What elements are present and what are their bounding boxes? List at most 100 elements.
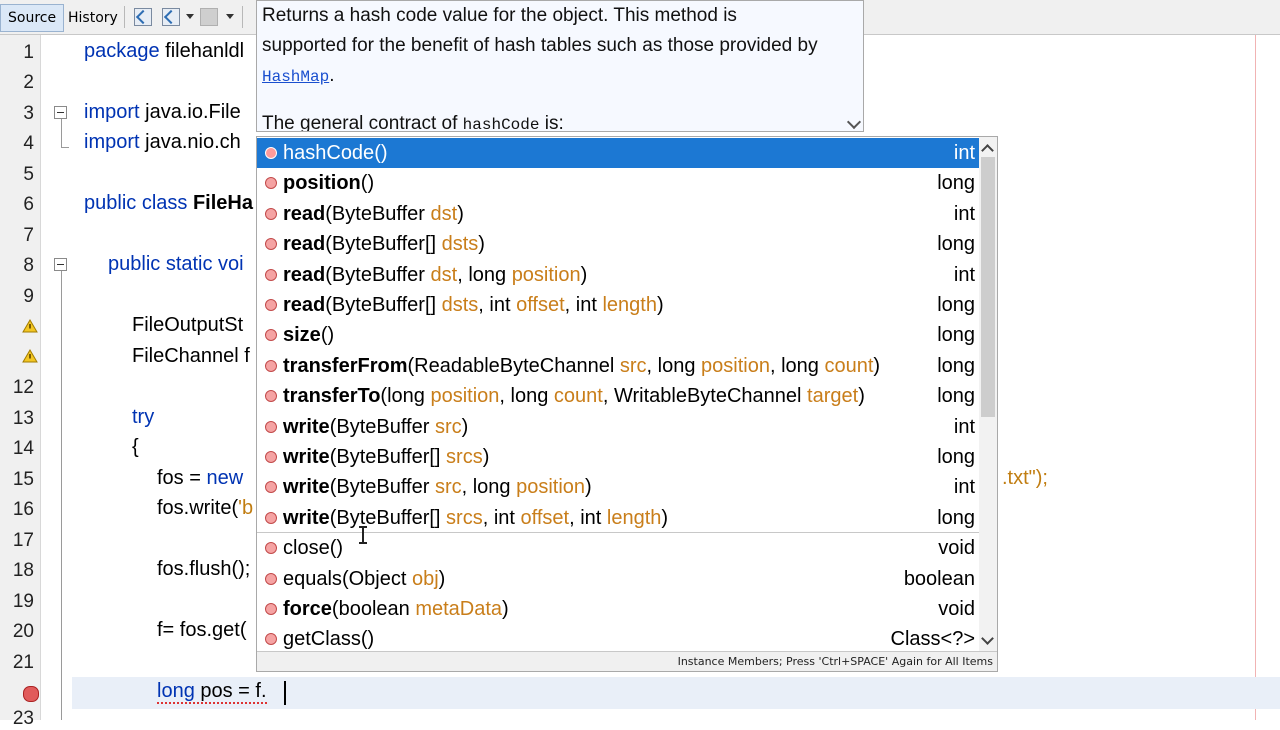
return-type: long <box>937 446 975 468</box>
completion-scrollbar[interactable] <box>979 137 997 651</box>
method-signature: force(boolean metaData) <box>283 598 509 620</box>
code-line-18[interactable]: fos.flush(); <box>157 558 250 581</box>
completion-item[interactable]: write(ByteBuffer[] srcs, int offset, int… <box>257 503 979 533</box>
javadoc-paragraph: The general contract of hashCode is: <box>262 109 822 132</box>
line-number: 1 <box>23 42 34 63</box>
code-line-8[interactable]: public static voi <box>108 253 244 276</box>
code-line-11[interactable]: FileChannel f <box>132 345 250 368</box>
completion-item[interactable]: hashCode() int <box>257 138 979 168</box>
keyword: new <box>206 467 244 489</box>
param-name: count <box>824 354 874 377</box>
method-icon <box>265 268 277 281</box>
completion-item[interactable]: read(ByteBuffer dst) int <box>257 199 979 229</box>
code-line-4[interactable]: import java.nio.ch <box>84 131 241 154</box>
javadoc-paragraph: Returns a hash code value for the object… <box>262 1 822 92</box>
completion-item[interactable]: write(ByteBuffer src) int <box>257 412 979 442</box>
code-line-15-tail[interactable]: .txt"); <box>1002 467 1048 490</box>
completion-item[interactable]: read(ByteBuffer dst, long position) int <box>257 260 979 290</box>
return-type: long <box>937 233 975 256</box>
code-line-6[interactable]: public class FileHa <box>84 192 253 215</box>
param-name: target <box>807 385 859 408</box>
fold-line <box>61 119 62 147</box>
completion-item[interactable]: equals(Object obj) boolean <box>257 564 979 594</box>
group-separator <box>257 532 979 533</box>
method-signature: close() <box>283 537 344 560</box>
code-line-1[interactable]: package filehanldl <box>84 40 244 63</box>
param-name: srcs <box>446 446 483 468</box>
param-name: count <box>553 385 603 408</box>
tab-source[interactable]: Source <box>0 4 65 32</box>
completion-item[interactable]: write(ByteBuffer[] srcs) long <box>257 442 979 472</box>
method-name: read <box>283 202 326 225</box>
code-line-15[interactable]: fos = new <box>157 467 243 490</box>
line-number: 7 <box>23 225 34 246</box>
method-signature: write(ByteBuffer[] srcs) <box>283 446 490 468</box>
completion-item[interactable]: write(ByteBuffer src, long position) int <box>257 472 979 502</box>
hashmap-link[interactable]: HashMap <box>262 68 329 86</box>
fold-toggle[interactable] <box>54 258 67 271</box>
return-type: int <box>953 202 975 225</box>
forward-icon[interactable] <box>162 8 180 26</box>
chevron-down-icon[interactable] <box>981 632 994 645</box>
scrollbar-thumb[interactable] <box>981 157 995 417</box>
back-icon[interactable] <box>134 8 152 26</box>
warning-icon[interactable] <box>22 349 38 363</box>
chevron-down-icon[interactable] <box>186 14 194 19</box>
line-number: 20 <box>12 621 34 642</box>
toolbar-separator <box>124 6 125 28</box>
line-number: 12 <box>12 377 34 398</box>
completion-item[interactable]: close() void <box>257 533 979 563</box>
return-type: int <box>953 142 975 164</box>
code-line-20[interactable]: f= fos.get( <box>157 619 247 642</box>
completion-item[interactable]: size() long <box>257 320 979 350</box>
javadoc-popup[interactable]: Returns a hash code value for the object… <box>256 0 864 132</box>
completion-item[interactable]: read(ByteBuffer[] dsts) long <box>257 229 979 259</box>
method-signature: getClass() <box>283 628 375 651</box>
code-text: filehanldl <box>159 40 245 62</box>
return-type: boolean <box>903 567 975 590</box>
line-number: 3 <box>23 103 34 124</box>
method-icon <box>265 603 277 615</box>
completion-item[interactable]: getClass() Class<?> <box>257 624 979 654</box>
param-type: ByteBuffer[] <box>331 294 442 316</box>
param-name: offset <box>520 506 570 529</box>
javadoc-code: hashCode <box>462 116 540 132</box>
chevron-down-icon[interactable] <box>846 114 862 130</box>
completion-item[interactable]: read(ByteBuffer[] dsts, int offset, int … <box>257 290 979 320</box>
method-icon <box>265 481 277 494</box>
error-icon[interactable] <box>23 686 39 702</box>
line-number: 13 <box>12 408 34 429</box>
completion-item[interactable]: transferFrom(ReadableByteChannel src, lo… <box>257 351 979 381</box>
warning-icon[interactable] <box>22 319 38 333</box>
param-type: ByteBuffer[] <box>331 233 442 256</box>
code-line-10[interactable]: FileOutputSt <box>132 314 243 337</box>
code-line-14[interactable]: { <box>132 436 139 459</box>
code-completion-popup[interactable]: hashCode() int position() long read(ByteBuff… <box>256 136 998 672</box>
tab-history[interactable]: History <box>60 4 126 32</box>
code-line-16[interactable]: fos.write('b <box>157 497 253 520</box>
line-number: 19 <box>12 591 34 612</box>
param-type: int <box>575 294 603 316</box>
method-icon <box>265 238 277 251</box>
method-icon <box>265 511 277 524</box>
code-line-13[interactable]: try <box>132 406 154 429</box>
completion-item[interactable]: transferTo(long position, long count, Wr… <box>257 381 979 411</box>
fold-toggle[interactable] <box>54 106 67 119</box>
param-type: ByteBuffer <box>331 263 431 286</box>
last-edit-icon[interactable] <box>200 8 218 26</box>
param-type: ByteBuffer <box>336 476 435 499</box>
code-line-22[interactable]: long pos = f. <box>157 680 267 704</box>
method-name: transferFrom <box>283 354 408 377</box>
method-signature: read(ByteBuffer dst, long position) <box>283 263 588 286</box>
method-name: close <box>283 537 330 560</box>
completion-item[interactable]: force(boolean metaData) void <box>257 594 979 624</box>
param-type: ByteBuffer[] <box>336 506 447 529</box>
chevron-up-icon[interactable] <box>981 144 994 157</box>
line-number: 15 <box>12 469 34 490</box>
method-icon <box>265 329 277 342</box>
chevron-down-icon[interactable] <box>226 14 234 19</box>
method-icon <box>265 572 277 585</box>
code-line-3[interactable]: import java.io.File <box>84 101 241 124</box>
string-literal: 'b <box>238 497 254 519</box>
completion-item[interactable]: position() long <box>257 168 979 198</box>
